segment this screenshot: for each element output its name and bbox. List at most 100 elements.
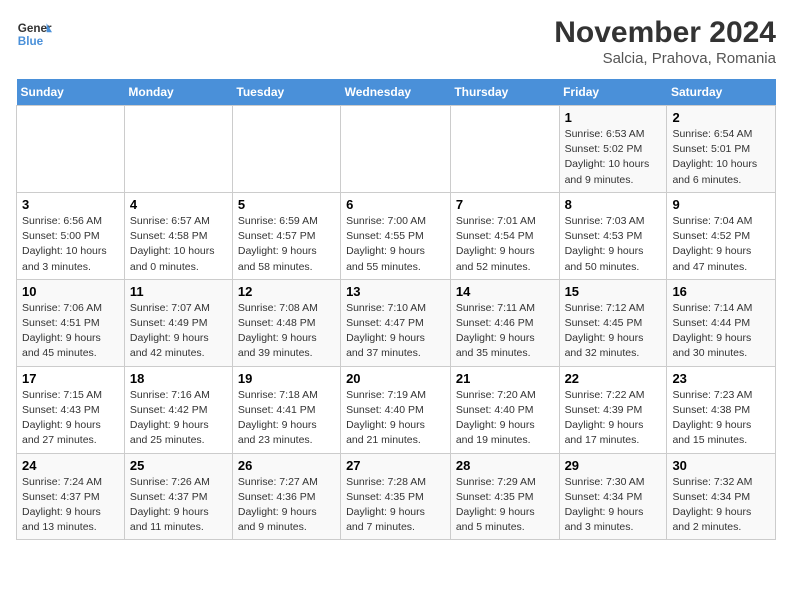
day-cell [124, 106, 232, 193]
day-number: 17 [22, 371, 119, 386]
page-title: November 2024 [554, 16, 776, 50]
col-header-monday: Monday [124, 79, 232, 106]
day-info: Sunrise: 6:57 AM Sunset: 4:58 PM Dayligh… [130, 214, 227, 275]
day-info: Sunrise: 7:16 AM Sunset: 4:42 PM Dayligh… [130, 388, 227, 449]
day-info: Sunrise: 6:53 AM Sunset: 5:02 PM Dayligh… [565, 127, 662, 188]
day-number: 8 [565, 197, 662, 212]
day-cell: 8 Sunrise: 7:03 AM Sunset: 4:53 PM Daylig… [559, 192, 667, 279]
day-info: Sunrise: 7:18 AM Sunset: 4:41 PM Dayligh… [238, 388, 335, 449]
day-number: 24 [22, 458, 119, 473]
day-number: 7 [456, 197, 554, 212]
day-number: 29 [565, 458, 662, 473]
week-row-2: 3 Sunrise: 6:56 AM Sunset: 5:00 PM Daylig… [17, 192, 776, 279]
col-header-sunday: Sunday [17, 79, 125, 106]
day-info: Sunrise: 7:22 AM Sunset: 4:39 PM Dayligh… [565, 388, 662, 449]
day-cell: 25 Sunrise: 7:26 AM Sunset: 4:37 PM Dayli… [124, 453, 232, 540]
day-cell: 14 Sunrise: 7:11 AM Sunset: 4:46 PM Dayli… [450, 279, 559, 366]
day-number: 3 [22, 197, 119, 212]
day-number: 10 [22, 284, 119, 299]
week-row-3: 10 Sunrise: 7:06 AM Sunset: 4:51 PM Dayli… [17, 279, 776, 366]
week-row-1: 1 Sunrise: 6:53 AM Sunset: 5:02 PM Daylig… [17, 106, 776, 193]
day-info: Sunrise: 7:19 AM Sunset: 4:40 PM Dayligh… [346, 388, 445, 449]
day-number: 13 [346, 284, 445, 299]
day-number: 1 [565, 110, 662, 125]
col-header-tuesday: Tuesday [232, 79, 340, 106]
title-block: November 2024 Salcia, Prahova, Romania [554, 16, 776, 67]
day-cell: 18 Sunrise: 7:16 AM Sunset: 4:42 PM Dayli… [124, 366, 232, 453]
day-number: 4 [130, 197, 227, 212]
day-cell: 29 Sunrise: 7:30 AM Sunset: 4:34 PM Dayli… [559, 453, 667, 540]
day-info: Sunrise: 7:32 AM Sunset: 4:34 PM Dayligh… [672, 475, 770, 536]
day-info: Sunrise: 6:56 AM Sunset: 5:00 PM Dayligh… [22, 214, 119, 275]
day-info: Sunrise: 7:23 AM Sunset: 4:38 PM Dayligh… [672, 388, 770, 449]
day-cell: 4 Sunrise: 6:57 AM Sunset: 4:58 PM Daylig… [124, 192, 232, 279]
col-header-wednesday: Wednesday [341, 79, 451, 106]
day-info: Sunrise: 7:08 AM Sunset: 4:48 PM Dayligh… [238, 301, 335, 362]
day-cell: 19 Sunrise: 7:18 AM Sunset: 4:41 PM Dayli… [232, 366, 340, 453]
day-info: Sunrise: 7:10 AM Sunset: 4:47 PM Dayligh… [346, 301, 445, 362]
day-cell: 30 Sunrise: 7:32 AM Sunset: 4:34 PM Dayli… [667, 453, 776, 540]
col-header-friday: Friday [559, 79, 667, 106]
day-info: Sunrise: 7:28 AM Sunset: 4:35 PM Dayligh… [346, 475, 445, 536]
logo-icon: General Blue [16, 16, 52, 52]
col-header-thursday: Thursday [450, 79, 559, 106]
day-info: Sunrise: 7:06 AM Sunset: 4:51 PM Dayligh… [22, 301, 119, 362]
calendar-table: SundayMondayTuesdayWednesdayThursdayFrid… [16, 79, 776, 540]
day-number: 5 [238, 197, 335, 212]
day-info: Sunrise: 6:59 AM Sunset: 4:57 PM Dayligh… [238, 214, 335, 275]
day-info: Sunrise: 7:12 AM Sunset: 4:45 PM Dayligh… [565, 301, 662, 362]
day-info: Sunrise: 7:00 AM Sunset: 4:55 PM Dayligh… [346, 214, 445, 275]
day-number: 18 [130, 371, 227, 386]
day-cell: 21Sunrise: 7:20 AM Sunset: 4:40 PM Dayli… [450, 366, 559, 453]
day-number: 28 [456, 458, 554, 473]
day-cell: 13 Sunrise: 7:10 AM Sunset: 4:47 PM Dayli… [341, 279, 451, 366]
day-number: 16 [672, 284, 770, 299]
day-info: Sunrise: 7:26 AM Sunset: 4:37 PM Dayligh… [130, 475, 227, 536]
day-number: 21 [456, 371, 554, 386]
day-info: Sunrise: 7:24 AM Sunset: 4:37 PM Dayligh… [22, 475, 119, 536]
logo: General Blue General Blue [16, 16, 52, 52]
day-number: 15 [565, 284, 662, 299]
day-cell [341, 106, 451, 193]
page-header: General Blue General Blue November 2024 … [16, 16, 776, 67]
day-info: Sunrise: 7:30 AM Sunset: 4:34 PM Dayligh… [565, 475, 662, 536]
day-cell: 12 Sunrise: 7:08 AM Sunset: 4:48 PM Dayli… [232, 279, 340, 366]
day-cell [450, 106, 559, 193]
day-number: 11 [130, 284, 227, 299]
week-row-4: 17 Sunrise: 7:15 AM Sunset: 4:43 PM Dayli… [17, 366, 776, 453]
day-number: 26 [238, 458, 335, 473]
day-cell: 9 Sunrise: 7:04 AM Sunset: 4:52 PM Daylig… [667, 192, 776, 279]
day-number: 25 [130, 458, 227, 473]
day-number: 12 [238, 284, 335, 299]
day-number: 30 [672, 458, 770, 473]
day-cell: 20Sunrise: 7:19 AM Sunset: 4:40 PM Dayli… [341, 366, 451, 453]
day-cell: 24 Sunrise: 7:24 AM Sunset: 4:37 PM Dayli… [17, 453, 125, 540]
day-number: 2 [672, 110, 770, 125]
day-number: 22 [565, 371, 662, 386]
day-cell: 1 Sunrise: 6:53 AM Sunset: 5:02 PM Daylig… [559, 106, 667, 193]
day-cell: 11Sunrise: 7:07 AM Sunset: 4:49 PM Dayli… [124, 279, 232, 366]
day-number: 14 [456, 284, 554, 299]
day-info: Sunrise: 7:29 AM Sunset: 4:35 PM Dayligh… [456, 475, 554, 536]
day-info: Sunrise: 7:04 AM Sunset: 4:52 PM Dayligh… [672, 214, 770, 275]
day-cell: 16 Sunrise: 7:14 AM Sunset: 4:44 PM Dayli… [667, 279, 776, 366]
day-info: Sunrise: 7:14 AM Sunset: 4:44 PM Dayligh… [672, 301, 770, 362]
day-number: 9 [672, 197, 770, 212]
day-cell: 6 Sunrise: 7:00 AM Sunset: 4:55 PM Daylig… [341, 192, 451, 279]
day-cell: 7Sunrise: 7:01 AM Sunset: 4:54 PM Daylig… [450, 192, 559, 279]
day-number: 6 [346, 197, 445, 212]
day-info: Sunrise: 7:15 AM Sunset: 4:43 PM Dayligh… [22, 388, 119, 449]
day-cell: 3 Sunrise: 6:56 AM Sunset: 5:00 PM Daylig… [17, 192, 125, 279]
day-number: 19 [238, 371, 335, 386]
day-number: 27 [346, 458, 445, 473]
day-info: Sunrise: 7:03 AM Sunset: 4:53 PM Dayligh… [565, 214, 662, 275]
day-cell: 17 Sunrise: 7:15 AM Sunset: 4:43 PM Dayli… [17, 366, 125, 453]
page-subtitle: Salcia, Prahova, Romania [554, 50, 776, 67]
day-info: Sunrise: 6:54 AM Sunset: 5:01 PM Dayligh… [672, 127, 770, 188]
svg-text:Blue: Blue [18, 35, 44, 48]
day-cell [232, 106, 340, 193]
day-info: Sunrise: 7:27 AM Sunset: 4:36 PM Dayligh… [238, 475, 335, 536]
day-cell: 22 Sunrise: 7:22 AM Sunset: 4:39 PM Dayli… [559, 366, 667, 453]
day-info: Sunrise: 7:11 AM Sunset: 4:46 PM Dayligh… [456, 301, 554, 362]
day-cell: 10 Sunrise: 7:06 AM Sunset: 4:51 PM Dayli… [17, 279, 125, 366]
